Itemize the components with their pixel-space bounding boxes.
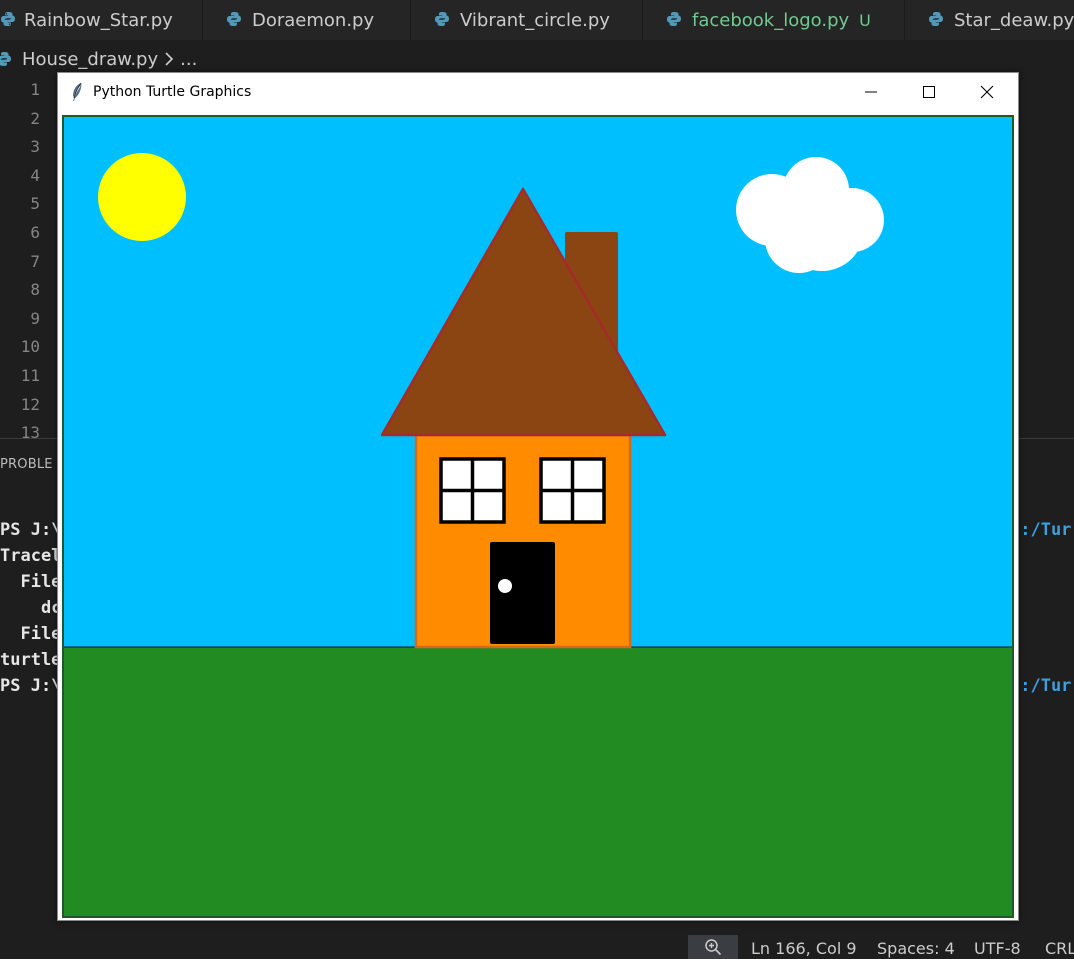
line-number: 10 — [20, 337, 40, 357]
breadcrumb-symbol[interactable]: ... — [180, 49, 197, 70]
door — [490, 542, 555, 644]
status-bar: Ln 166, Col 9 Spaces: 4 UTF-8 CRL — [0, 935, 1074, 959]
python-file-icon — [435, 12, 449, 26]
breadcrumb-file[interactable]: House_draw.py — [22, 49, 158, 70]
encoding[interactable]: UTF-8 — [974, 939, 1021, 958]
line-number: 11 — [20, 365, 40, 385]
terminal-path-fragment: j:/Tur — [1010, 520, 1072, 540]
python-file-icon — [929, 12, 943, 26]
tab-label: Vibrant_circle.py — [460, 10, 610, 31]
minimize-button[interactable] — [842, 73, 900, 111]
line-number: 13 — [20, 423, 40, 443]
chevron-right-icon — [165, 52, 174, 66]
untracked-badge: U — [859, 11, 871, 30]
line-number: 4 — [30, 165, 40, 185]
tab-doraemon[interactable]: Doraemon.py — [203, 0, 411, 41]
tab-facebook-logo[interactable]: facebook_logo.py U — [643, 0, 905, 41]
window-titlebar[interactable]: Python Turtle Graphics — [58, 73, 1018, 111]
line-number: 7 — [30, 251, 40, 271]
line-number-gutter: 1 2 3 4 5 6 7 8 9 10 11 12 13 — [0, 76, 40, 448]
indentation[interactable]: Spaces: 4 — [877, 939, 955, 958]
end-of-line[interactable]: CRL — [1045, 939, 1074, 958]
minimize-icon — [865, 91, 877, 93]
close-icon — [980, 85, 994, 99]
python-file-icon — [667, 12, 681, 26]
window-title: Python Turtle Graphics — [93, 84, 252, 100]
turtle-canvas[interactable] — [62, 115, 1014, 918]
turtle-graphics-window: Python Turtle Graphics — [57, 72, 1019, 921]
terminal-path-fragment: j:/Tur — [1010, 676, 1072, 696]
feather-icon — [73, 82, 82, 101]
close-button[interactable] — [958, 73, 1016, 111]
maximize-icon — [923, 86, 935, 98]
line-number: 12 — [20, 394, 40, 414]
python-file-icon — [0, 52, 11, 66]
door-knob — [498, 579, 512, 593]
zoom-button[interactable] — [688, 935, 738, 959]
cloud-puff — [765, 205, 833, 273]
maximize-button[interactable] — [900, 73, 958, 111]
tab-label: Rainbow_Star.py — [24, 10, 173, 31]
drawing-svg — [64, 117, 1012, 916]
tab-star-deaw[interactable]: Star_deaw.py — [905, 0, 1074, 41]
line-number: 3 — [30, 137, 40, 157]
grass — [64, 647, 1012, 916]
tab-rainbow-star[interactable]: Rainbow_Star.py — [0, 0, 203, 41]
left-window — [439, 457, 506, 524]
tab-label: Doraemon.py — [252, 10, 375, 31]
tab-label: Star_deaw.py — [954, 10, 1074, 31]
python-file-icon — [1, 12, 15, 26]
python-file-icon — [227, 12, 241, 26]
breadcrumb: House_draw.py ... — [0, 44, 197, 74]
tab-vibrant-circle[interactable]: Vibrant_circle.py — [411, 0, 643, 41]
line-number: 2 — [30, 108, 40, 128]
cursor-position[interactable]: Ln 166, Col 9 — [751, 939, 857, 958]
tab-problems[interactable]: PROBLE — [0, 457, 53, 472]
line-number: 1 — [30, 80, 40, 99]
editor-tab-bar: Rainbow_Star.py Doraemon.py Vibrant_circ… — [0, 0, 1074, 41]
line-number: 8 — [30, 280, 40, 300]
right-window — [539, 457, 606, 524]
sun — [98, 153, 186, 241]
line-number: 6 — [30, 222, 40, 242]
zoom-in-icon — [705, 939, 722, 956]
tab-label: facebook_logo.py — [692, 10, 850, 31]
line-number: 9 — [30, 308, 40, 328]
line-number: 5 — [30, 194, 40, 214]
